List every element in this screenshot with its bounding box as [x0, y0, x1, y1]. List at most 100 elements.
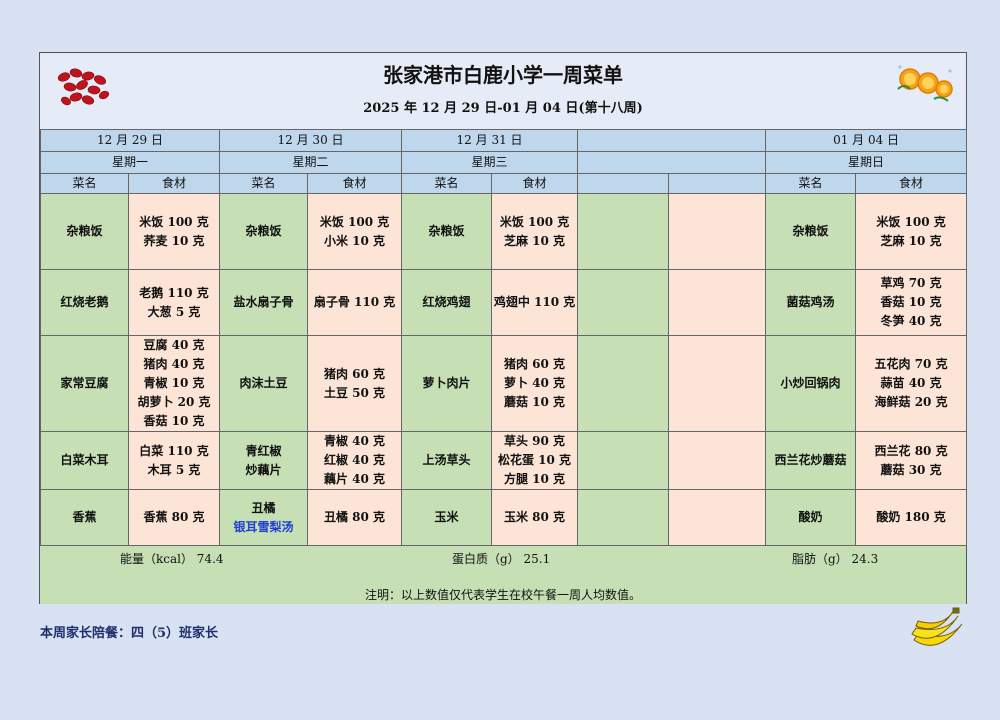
- dish-cell: 青红椒 炒藕片: [219, 431, 309, 490]
- day-date: 12 月 29 日: [39, 129, 221, 152]
- dish-cell: [577, 193, 670, 270]
- dish-name: 小炒回锅肉: [780, 376, 841, 390]
- day-weekday: 星期三: [401, 151, 579, 174]
- dish-cell: [577, 269, 670, 336]
- ingredients-column-header: 食材: [127, 173, 221, 194]
- day-weekday: 星期二: [219, 151, 403, 174]
- ingredients-cell: 青椒 40 克红椒 40 克藕片 40 克: [307, 431, 403, 490]
- dish-cell: 西兰花炒蘑菇: [765, 431, 857, 490]
- date-row: 12 月 29 日 12 月 30 日 12 月 31 日 01 月 04 日: [39, 129, 968, 152]
- ingredient-item: 五花肉 70 克: [874, 357, 948, 371]
- ingredient-item: 胡萝卜 20 克: [137, 395, 211, 409]
- ingredient-item: 青椒 10 克: [143, 376, 205, 390]
- ingredient-item: 酸奶 180 克: [876, 510, 946, 524]
- ingredient-item: 松花蛋 10 克: [498, 453, 572, 467]
- dish-name: 家常豆腐: [60, 376, 109, 390]
- ingredients-cell: 香蕉 80 克: [127, 489, 221, 546]
- dish-name: 炒藕片: [245, 462, 282, 477]
- ingredients-cell: 米饭 100 克芝麻 10 克: [491, 193, 579, 270]
- dish-cell: 杂粮饭: [401, 193, 493, 270]
- menu-row: 家常豆腐 豆腐 40 克猪肉 40 克青椒 10 克胡萝卜 20 克香菇 10 克…: [40, 335, 968, 432]
- menu-title: 张家港市白鹿小学一周菜单: [383, 63, 623, 87]
- orange-slices-icon: [897, 65, 953, 102]
- ingredient-item: 猪肉 40 克: [143, 357, 205, 371]
- day-weekday: [577, 151, 767, 174]
- dish-cell: 小炒回锅肉: [765, 335, 857, 432]
- ingredients-cell: [668, 489, 767, 546]
- dish-name: 玉米: [434, 510, 459, 524]
- day-date: 12 月 30 日: [219, 129, 403, 152]
- menu-date-range: 2025 年 12 月 29 日-01 月 04 日(第十八周): [363, 101, 643, 116]
- day-weekday: 星期一: [39, 151, 221, 174]
- ingredient-item: 蘑菇 10 克: [504, 395, 566, 409]
- ingredient-item: 红椒 40 克: [323, 453, 386, 467]
- dish-name: 杂粮饭: [428, 224, 465, 238]
- dish-name: 丑橘: [251, 500, 276, 515]
- dish-cell: 红烧鸡翅: [401, 269, 493, 336]
- menu-row: 白菜木耳 白菜 110 克木耳 5 克青红椒 炒藕片 青椒 40 克红椒 40 克藕片…: [40, 431, 968, 490]
- ingredient-item: 米饭 100 克: [876, 214, 946, 229]
- ingredient-item: 萝卜 40 克: [504, 376, 566, 390]
- ingredient-item: 草鸡 70 克: [880, 276, 942, 290]
- ingredients-cell: 酸奶 180 克: [855, 489, 968, 546]
- dish-column-header: 菜名: [765, 173, 857, 194]
- ingredient-item: 蒜苗 40 克: [880, 376, 942, 390]
- ingredients-cell: [668, 431, 767, 490]
- menu-body: 杂粮饭 米饭 100 克荞麦 10 克 杂粮饭 米饭 100 克小米 10 克 杂粮饭 米…: [40, 193, 968, 546]
- empty-column-header: [668, 173, 767, 194]
- dish-cell: [577, 489, 670, 546]
- fat-value: 脂肪（g） 24.3: [792, 552, 879, 566]
- dish-column-header: 菜名: [401, 173, 493, 194]
- ingredients-cell: 米饭 100 克小米 10 克: [307, 193, 403, 270]
- dish-name: 银耳雪梨汤: [233, 519, 294, 534]
- ingredients-cell: [668, 269, 767, 336]
- nutrition-summary: 能量（kcal） 74.4 蛋白质（g） 25.1 脂肪（g） 24.3 注明：…: [40, 545, 966, 604]
- ingredients-cell: 白菜 110 克木耳 5 克: [127, 431, 221, 490]
- ingredient-item: 丑橘 80 克: [323, 510, 386, 524]
- ingredients-cell: 米饭 100 克荞麦 10 克: [127, 193, 221, 270]
- dish-cell: 家常豆腐: [40, 335, 129, 432]
- day-date: 12 月 31 日: [401, 129, 579, 152]
- ingredient-item: 土豆 50 克: [323, 385, 386, 400]
- ingredient-item: 玉米 80 克: [504, 510, 566, 524]
- column-header-row: 菜名 食材 菜名 食材 菜名 食材 菜名 食材: [40, 173, 968, 194]
- menu-table: 12 月 29 日 12 月 30 日 12 月 31 日 01 月 04 日 …: [39, 129, 968, 546]
- day-date: 01 月 04 日: [765, 129, 968, 152]
- ingredient-item: 米饭 100 克: [499, 214, 570, 229]
- dish-name: 红烧老鹅: [60, 295, 109, 309]
- dish-name: 西兰花炒蘑菇: [774, 453, 847, 467]
- ingredients-cell: 米饭 100 克芝麻 10 克: [855, 193, 968, 270]
- ingredient-item: 草头 90 克: [504, 434, 566, 448]
- ingredient-item: 冬笋 40 克: [880, 314, 942, 328]
- dish-name: 红烧鸡翅: [422, 295, 471, 309]
- menu-header: 张家港市白鹿小学一周菜单 2025 年 12 月 29 日-01 月 04 日(…: [40, 53, 966, 129]
- dish-name: 菌菇鸡汤: [786, 295, 835, 309]
- dish-name: 白菜木耳: [60, 453, 109, 467]
- dish-cell: [577, 335, 670, 432]
- dish-name: 盐水扇子骨: [233, 295, 294, 309]
- ingredients-cell: 猪肉 60 克土豆 50 克: [307, 335, 403, 432]
- ingredient-item: 香菇 10 克: [143, 414, 205, 428]
- dish-name: 杂粮饭: [245, 224, 282, 238]
- dish-name: 杂粮饭: [66, 224, 103, 238]
- menu-row: 杂粮饭 米饭 100 克荞麦 10 克 杂粮饭 米饭 100 克小米 10 克 杂粮饭 米…: [40, 193, 968, 270]
- parent-dining-note: 本周家长陪餐：四（5）班家长: [40, 626, 219, 641]
- ingredient-item: 扇子骨 110 克: [313, 295, 396, 309]
- dish-cell: 杂粮饭: [40, 193, 129, 270]
- ingredient-item: 藕片 40 克: [323, 472, 386, 486]
- ingredient-item: 香菇 10 克: [880, 295, 942, 309]
- dish-cell: 萝卜肉片: [401, 335, 493, 432]
- ingredient-item: 香蕉 80 克: [143, 510, 205, 524]
- ingredients-cell: 玉米 80 克: [491, 489, 579, 546]
- summary-note: 注明：以上数值仅代表学生在校午餐一周人均数值。: [364, 588, 641, 602]
- day-weekday: 星期日: [765, 151, 968, 174]
- ingredients-cell: 扇子骨 110 克: [307, 269, 403, 336]
- dish-column-header: 菜名: [219, 173, 309, 194]
- ingredients-column-header: 食材: [855, 173, 968, 194]
- dish-cell: 酸奶: [765, 489, 857, 546]
- ingredients-cell: 鸡翅中 110 克: [491, 269, 579, 336]
- ingredients-cell: 草头 90 克松花蛋 10 克方腿 10 克: [491, 431, 579, 490]
- dish-name: 香蕉: [72, 510, 97, 524]
- ingredients-cell: 五花肉 70 克蒜苗 40 克海鲜菇 20 克: [855, 335, 968, 432]
- dish-cell: 玉米: [401, 489, 493, 546]
